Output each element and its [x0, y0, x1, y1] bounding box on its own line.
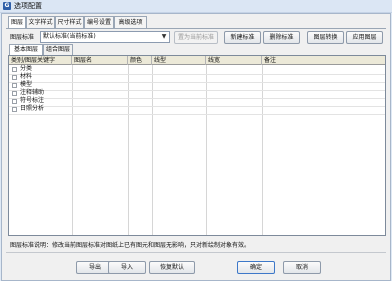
cancel-button[interactable]: 取消 — [283, 261, 321, 274]
divider — [6, 252, 386, 253]
tab-advanced[interactable]: 高级选项 — [114, 16, 147, 28]
row-divider — [9, 82, 385, 83]
table-row[interactable]: 分类 — [20, 65, 32, 73]
standard-select[interactable]: 默认标准(当前标准) — [40, 31, 170, 43]
expand-icon[interactable] — [12, 107, 17, 112]
column-header-color[interactable]: 颜色 — [128, 56, 152, 65]
table-row[interactable]: 注释辅助 — [20, 89, 44, 97]
expand-icon[interactable] — [12, 99, 17, 104]
new-standard-button[interactable]: 新建标准 — [224, 31, 261, 44]
tab-combined-layers[interactable]: 组合图层 — [43, 44, 73, 55]
delete-standard-button[interactable]: 删除标准 — [263, 31, 300, 44]
table-row[interactable]: 材料 — [20, 73, 32, 81]
apply-layers-button[interactable]: 应用图层 — [346, 31, 383, 44]
standard-description: 图层标准说明：修改当前图层标准对图纸上已有图元和图层无影响，只对新绘制对象有效。 — [10, 242, 251, 249]
column-header-remarks[interactable]: 备注 — [262, 56, 385, 65]
row-divider — [9, 98, 385, 99]
tab-text-style[interactable]: 文字样式 — [26, 16, 55, 28]
column-header-lineweight[interactable]: 线宽 — [206, 56, 262, 65]
table-row[interactable]: 符号标注 — [20, 97, 44, 105]
standard-label: 图层标准 — [10, 34, 35, 41]
row-divider — [9, 74, 385, 75]
column-header-category[interactable]: 类别/图层关键字 — [9, 56, 72, 65]
row-divider — [9, 114, 385, 115]
import-button[interactable]: 导入 — [108, 261, 146, 274]
row-divider — [9, 106, 385, 107]
set-current-standard-button[interactable]: 置为当前标准 — [174, 31, 218, 44]
tab-dimension-style[interactable]: 尺寸样式 — [55, 16, 84, 28]
column-header-linetype[interactable]: 线型 — [152, 56, 206, 65]
window-title: 选项配置 — [14, 2, 42, 10]
title-bar — [0, 0, 392, 13]
expand-icon[interactable] — [12, 83, 17, 88]
app-icon: G — [3, 2, 11, 10]
table-row[interactable]: 模型 — [20, 81, 32, 89]
restore-default-button[interactable]: 恢复默认 — [149, 261, 195, 274]
expand-icon[interactable] — [12, 75, 17, 80]
ok-button[interactable]: 确定 — [237, 261, 275, 274]
chevron-down-icon[interactable]: ▼ — [160, 33, 168, 41]
tab-divider — [6, 28, 386, 29]
expand-icon[interactable] — [12, 67, 17, 72]
convert-layers-button[interactable]: 图层转换 — [307, 31, 344, 44]
expand-icon[interactable] — [12, 91, 17, 96]
table-row[interactable]: 日照分析 — [20, 105, 44, 113]
row-divider — [9, 90, 385, 91]
tab-numbering[interactable]: 编号设置 — [84, 16, 114, 28]
column-header-layer-name[interactable]: 图层名 — [72, 56, 128, 65]
